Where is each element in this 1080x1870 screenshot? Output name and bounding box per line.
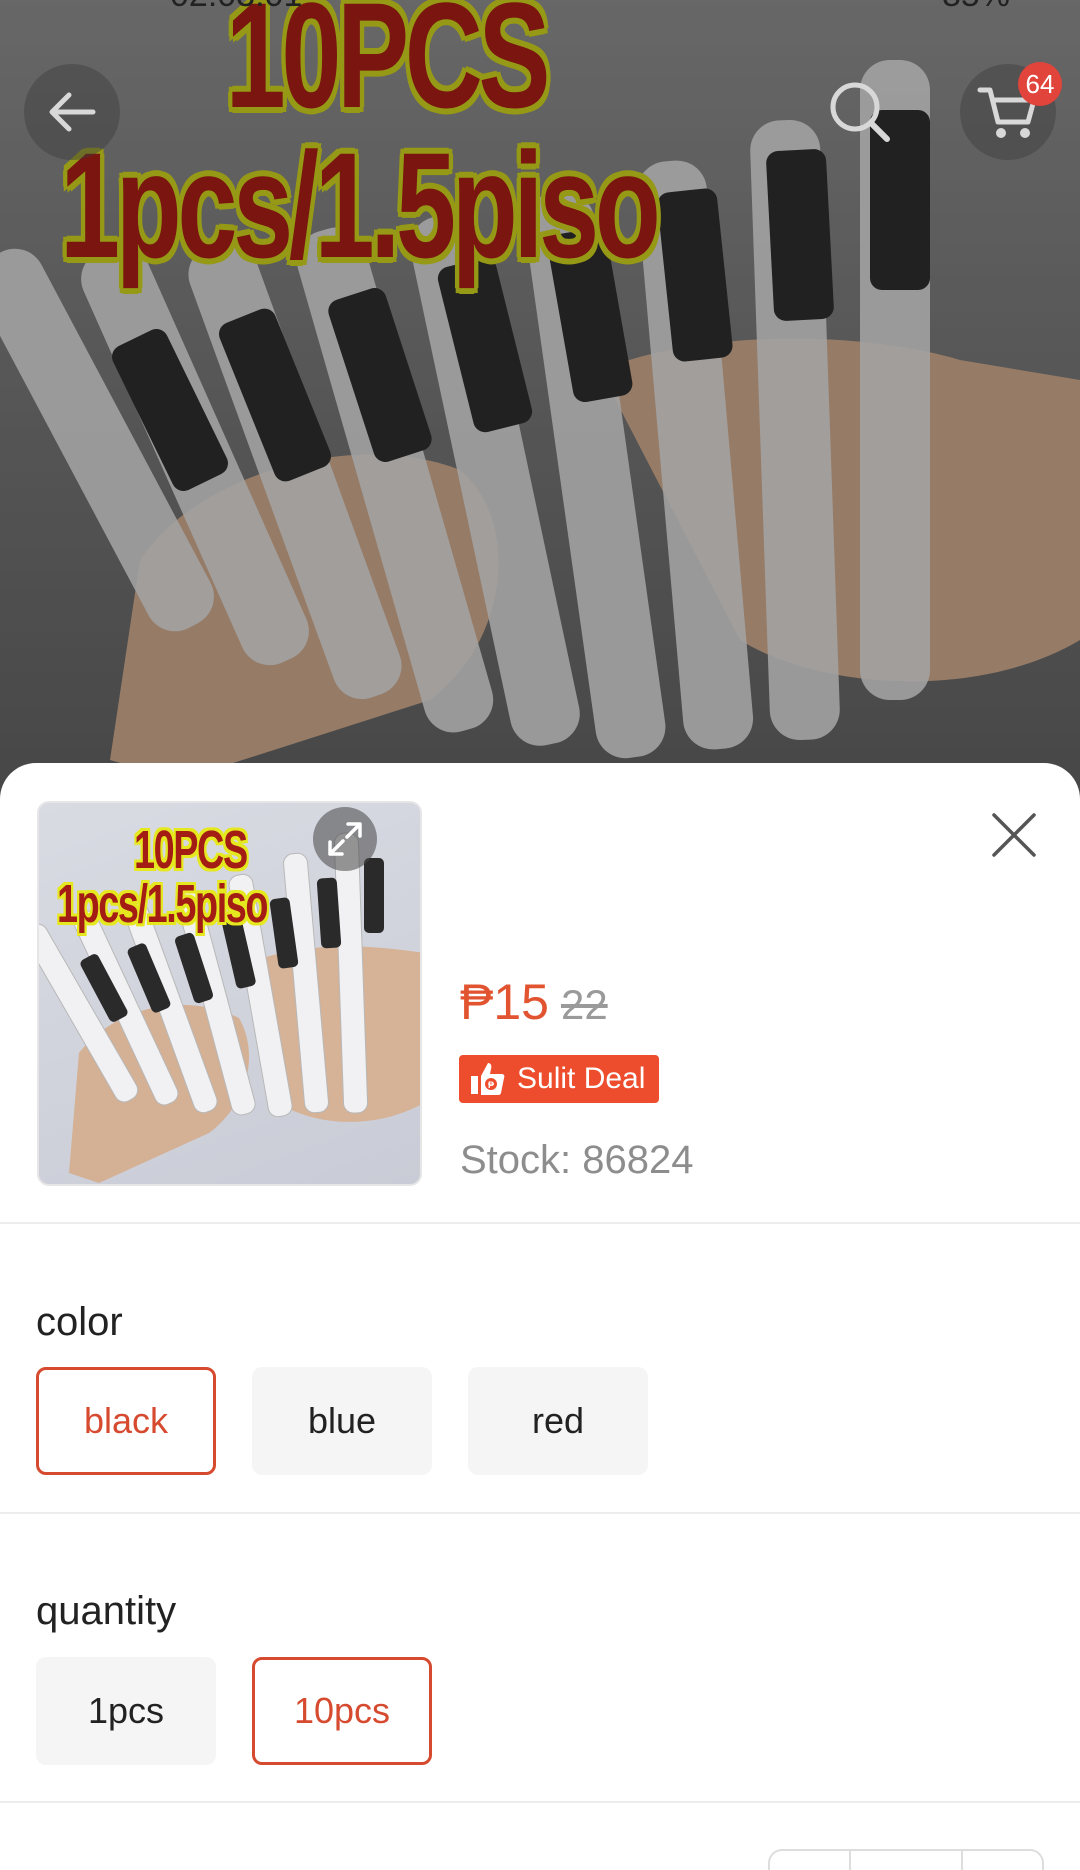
deal-label: Sulit Deal (517, 1062, 646, 1095)
color-section-label: color (36, 1300, 123, 1344)
stock-count: Stock: 86824 (460, 1138, 694, 1182)
current-price: ₱15 (460, 974, 549, 1030)
search-icon (830, 82, 890, 142)
back-button[interactable] (24, 64, 120, 160)
price-row: ₱15 22 (460, 973, 608, 1031)
sulit-deal-badge: ₱ Sulit Deal (459, 1055, 660, 1103)
variant-selection-sheet: 10PCS 1pcs/1.5piso ₱15 22 ₱ Sulit Deal S… (0, 763, 1080, 1870)
status-bar: 02:03:01 85% (0, 0, 1080, 12)
quantity-input[interactable] (851, 1851, 964, 1870)
expand-icon (328, 822, 362, 856)
divider (0, 1512, 1080, 1514)
product-hero-image: 10PCS 1pcs/1.5piso (0, 0, 1080, 800)
quantity-stepper[interactable] (768, 1849, 1044, 1870)
cart-button[interactable]: 64 (960, 62, 1062, 160)
decrement-button[interactable] (770, 1851, 851, 1870)
thumbnail-promo-title: 10PCS 1pcs/1.5piso (57, 820, 269, 934)
search-button[interactable] (812, 64, 908, 160)
quantity-section-label: quantity (36, 1589, 177, 1633)
dim-overlay[interactable] (0, 0, 1080, 800)
close-icon (992, 813, 1036, 857)
svg-text:₱: ₱ (488, 1080, 494, 1090)
divider (0, 1801, 1080, 1803)
arrow-left-icon (49, 92, 96, 132)
divider (0, 1222, 1080, 1224)
color-option-blue[interactable]: blue (252, 1367, 432, 1475)
cart-count-badge: 64 (1018, 62, 1062, 106)
status-battery: 85% (942, 0, 1010, 12)
thumb-title-line1: 10PCS (134, 820, 248, 880)
close-button[interactable] (982, 803, 1046, 867)
expand-image-button[interactable] (313, 807, 377, 871)
thumb-title-line2: 1pcs/1.5piso (57, 874, 269, 934)
quantity-option-10pcs[interactable]: 10pcs (252, 1657, 432, 1765)
color-option-red[interactable]: red (468, 1367, 648, 1475)
thumbs-up-icon: ₱ (469, 1060, 507, 1098)
original-price: 22 (560, 981, 608, 1028)
color-option-black[interactable]: black (36, 1367, 216, 1475)
increment-button[interactable] (963, 1851, 1042, 1870)
status-time: 02:03:01 (170, 0, 302, 12)
quantity-option-1pcs[interactable]: 1pcs (36, 1657, 216, 1765)
